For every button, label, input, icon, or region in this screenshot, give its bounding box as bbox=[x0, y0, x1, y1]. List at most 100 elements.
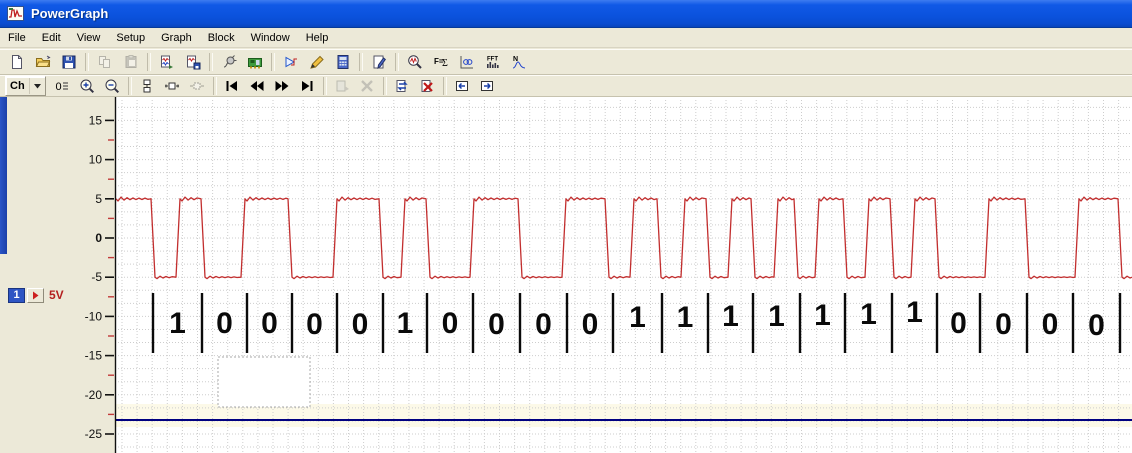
save-button[interactable] bbox=[56, 50, 82, 74]
toolbar-separator bbox=[128, 77, 132, 95]
toolbar-separator bbox=[85, 53, 89, 71]
fit-width-2-icon bbox=[189, 78, 205, 94]
goto-first-button[interactable] bbox=[220, 76, 245, 97]
probe-button[interactable] bbox=[216, 50, 242, 74]
histogram-n-icon: N bbox=[511, 54, 527, 70]
split-channels-button[interactable] bbox=[135, 76, 160, 97]
svg-text:1: 1 bbox=[768, 300, 785, 333]
svg-text:FFT: FFT bbox=[487, 57, 498, 63]
svg-text:10: 10 bbox=[89, 153, 103, 167]
toolbar-separator bbox=[359, 53, 363, 71]
window-title: PowerGraph bbox=[31, 6, 108, 21]
toolbar-separator bbox=[323, 77, 327, 95]
menu-view[interactable]: View bbox=[69, 30, 109, 46]
toolbar-main: F=Σ FFT N bbox=[0, 49, 1132, 75]
channel-selector[interactable]: Ch bbox=[5, 76, 46, 96]
channel-1-number[interactable]: 1 bbox=[8, 288, 25, 303]
svg-text:1: 1 bbox=[860, 298, 877, 331]
channel-1-row: 1 5V bbox=[8, 287, 64, 303]
svg-text:-5: -5 bbox=[91, 270, 102, 284]
delete-block-button[interactable] bbox=[415, 76, 440, 97]
histogram-n-button[interactable]: N bbox=[506, 50, 532, 74]
svg-text:0: 0 bbox=[582, 308, 599, 341]
formula-button[interactable]: F=Σ bbox=[428, 50, 454, 74]
svg-text:1: 1 bbox=[169, 307, 186, 340]
goto-last-button[interactable] bbox=[295, 76, 320, 97]
svg-text:-10: -10 bbox=[85, 309, 103, 323]
menu-edit[interactable]: Edit bbox=[34, 30, 69, 46]
fft-icon: FFT bbox=[485, 54, 501, 70]
marker-pen-icon bbox=[309, 54, 325, 70]
menu-block[interactable]: Block bbox=[200, 30, 243, 46]
next-block-button[interactable] bbox=[270, 76, 295, 97]
prev-block-icon bbox=[249, 78, 265, 94]
range-left-button[interactable] bbox=[450, 76, 475, 97]
svg-text:-25: -25 bbox=[85, 427, 103, 441]
svg-text:5: 5 bbox=[95, 192, 102, 206]
hardware-card-button[interactable] bbox=[242, 50, 268, 74]
open-folder-button[interactable] bbox=[30, 50, 56, 74]
fit-width-icon bbox=[164, 78, 180, 94]
next-block-icon bbox=[274, 78, 290, 94]
svg-text:1: 1 bbox=[814, 299, 831, 332]
zero-levels-button[interactable]: 0 bbox=[50, 76, 75, 97]
fft-button[interactable]: FFT bbox=[480, 50, 506, 74]
copy-icon bbox=[97, 54, 113, 70]
zoom-out-button[interactable] bbox=[100, 76, 125, 97]
app-icon bbox=[7, 6, 25, 22]
fit-width-button[interactable] bbox=[160, 76, 185, 97]
trigger-button[interactable] bbox=[278, 50, 304, 74]
graph-area[interactable]: 100001000011111110000151050-5-10-15-20-2… bbox=[0, 97, 1132, 453]
menu-setup[interactable]: Setup bbox=[108, 30, 153, 46]
open-folder-icon bbox=[35, 54, 51, 70]
svg-text:0: 0 bbox=[442, 307, 459, 340]
title-bar[interactable]: PowerGraph bbox=[0, 0, 1132, 28]
chevron-down-icon[interactable] bbox=[29, 78, 45, 94]
toolbar-separator bbox=[443, 77, 447, 95]
svg-text:0: 0 bbox=[352, 308, 369, 341]
menu-graph[interactable]: Graph bbox=[153, 30, 200, 46]
svg-text:Σ: Σ bbox=[442, 58, 448, 69]
toolbar-separator bbox=[213, 77, 217, 95]
load-block-button[interactable] bbox=[154, 50, 180, 74]
svg-text:0: 0 bbox=[216, 307, 233, 340]
marker-pen-button[interactable] bbox=[304, 50, 330, 74]
save-block-button[interactable] bbox=[180, 50, 206, 74]
range-right-button[interactable] bbox=[475, 76, 500, 97]
search-signal-button[interactable] bbox=[402, 50, 428, 74]
svg-text:15: 15 bbox=[89, 113, 103, 127]
calculator-button[interactable] bbox=[330, 50, 356, 74]
channel-1-range-label: 5V bbox=[49, 288, 64, 302]
prev-block-button[interactable] bbox=[245, 76, 270, 97]
svg-text:0: 0 bbox=[995, 308, 1012, 341]
capture-block-button bbox=[330, 76, 355, 97]
notebook-icon bbox=[371, 54, 387, 70]
copy-button bbox=[92, 50, 118, 74]
svg-text:1: 1 bbox=[677, 301, 694, 334]
svg-text:1: 1 bbox=[397, 307, 414, 340]
split-channels-icon bbox=[139, 78, 155, 94]
new-file-button[interactable] bbox=[4, 50, 30, 74]
menu-bar: FileEditViewSetupGraphBlockWindowHelp bbox=[0, 28, 1132, 48]
svg-text:0: 0 bbox=[1042, 308, 1059, 341]
swap-block-icon bbox=[394, 78, 410, 94]
menu-window[interactable]: Window bbox=[243, 30, 298, 46]
menu-help[interactable]: Help bbox=[298, 30, 337, 46]
save-block-icon bbox=[185, 54, 201, 70]
load-block-icon bbox=[159, 54, 175, 70]
notebook-button[interactable] bbox=[366, 50, 392, 74]
powergraph-window: PowerGraph FileEditViewSetupGraphBlockWi… bbox=[0, 0, 1132, 453]
zoom-in-button[interactable] bbox=[75, 76, 100, 97]
save-icon bbox=[61, 54, 77, 70]
paste-button bbox=[118, 50, 144, 74]
svg-text:0: 0 bbox=[535, 308, 552, 341]
xy-plot-button[interactable] bbox=[454, 50, 480, 74]
calculator-icon bbox=[335, 54, 351, 70]
channel-1-expand-button[interactable] bbox=[27, 288, 44, 303]
waveform-plot[interactable]: 100001000011111110000151050-5-10-15-20-2… bbox=[75, 97, 1132, 453]
svg-text:1: 1 bbox=[629, 301, 646, 334]
menu-file[interactable]: File bbox=[0, 30, 34, 46]
toolbar-separator bbox=[395, 53, 399, 71]
swap-block-button[interactable] bbox=[390, 76, 415, 97]
svg-text:0: 0 bbox=[56, 81, 62, 93]
